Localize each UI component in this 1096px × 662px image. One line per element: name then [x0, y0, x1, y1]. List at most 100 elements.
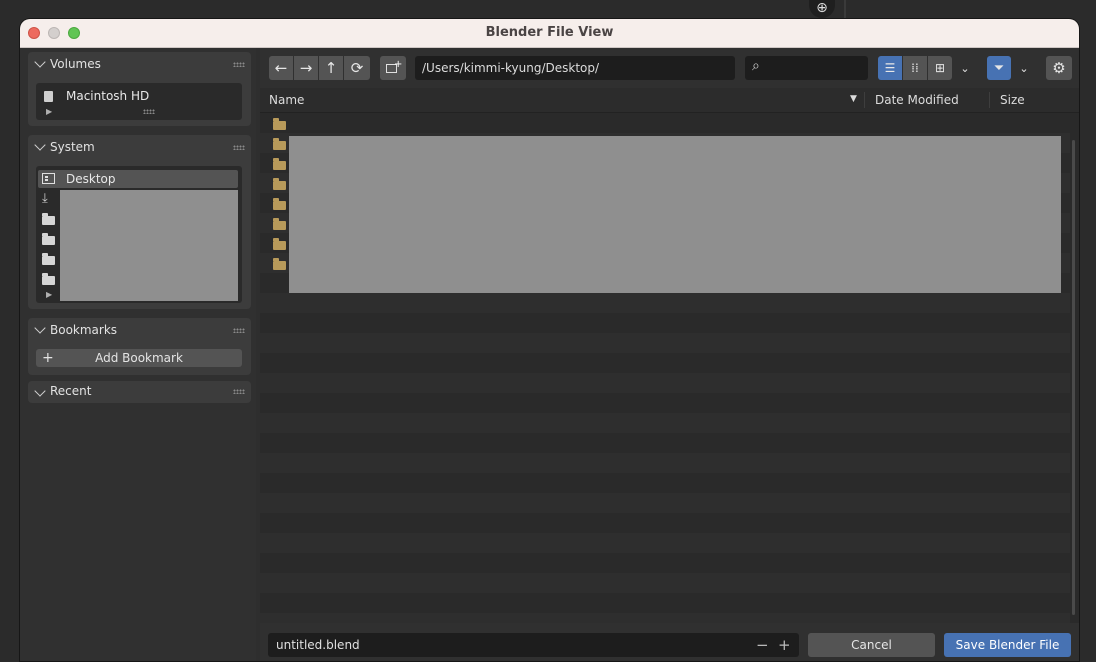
folder-icon: [273, 178, 286, 190]
refresh-button[interactable]: ⟳: [344, 56, 370, 80]
folder-icon[interactable]: [42, 213, 55, 225]
vertical-scrollbar[interactable]: [1072, 140, 1075, 615]
volumes-panel-header[interactable]: Volumes: [28, 52, 251, 78]
file-view-window: Blender File View Volumes Macintosh HD ▶: [20, 19, 1079, 661]
panel-title: System: [50, 140, 95, 154]
folder-icon[interactable]: [42, 233, 55, 245]
filename-input[interactable]: untitled.blend − +: [268, 633, 799, 657]
column-date-modified[interactable]: Date Modified: [875, 93, 959, 107]
back-arrow-icon: ←: [274, 59, 288, 77]
vertical-list-icon: ☰: [884, 61, 896, 75]
table-row: [260, 473, 1070, 493]
sidebar-item-label: Macintosh HD: [66, 89, 150, 103]
table-row: [260, 573, 1070, 593]
drag-grip-icon[interactable]: [233, 389, 245, 394]
system-panel-header[interactable]: System: [28, 135, 251, 161]
table-row: [260, 533, 1070, 553]
sidebar-item-label: Desktop: [66, 172, 116, 186]
download-icon[interactable]: ⤓: [42, 192, 55, 206]
recent-panel: Recent: [28, 381, 251, 403]
table-row[interactable]: [260, 113, 1070, 133]
volumes-panel: Volumes Macintosh HD ▶: [28, 52, 251, 126]
panel-title: Recent: [50, 384, 92, 398]
desktop-icon: [42, 173, 56, 185]
sidebar-item-desktop[interactable]: Desktop: [38, 170, 238, 188]
forward-button[interactable]: →: [294, 56, 318, 80]
title-bar: Blender File View: [20, 19, 1079, 48]
footer: untitled.blend − + Cancel Save Blender F…: [260, 623, 1079, 661]
new-folder-icon: +: [386, 60, 402, 74]
back-button[interactable]: ←: [269, 56, 293, 80]
table-row: [260, 493, 1070, 513]
settings-button[interactable]: ⚙: [1046, 56, 1072, 80]
table-row: [260, 293, 1070, 313]
toolbar: ← → ↑ ⟳ + /Users/kimmi-kyung/Desktop/ ⌕: [260, 48, 1079, 88]
filename-text: untitled.blend: [276, 638, 360, 652]
search-input[interactable]: ⌕: [745, 56, 868, 80]
folder-icon: [273, 158, 286, 170]
chevron-down-icon: [34, 56, 46, 68]
sidebar-item-macintosh-hd[interactable]: Macintosh HD: [38, 87, 238, 105]
volumes-list: Macintosh HD ▶: [36, 83, 242, 120]
sidebar: Volumes Macintosh HD ▶ System Desktop ⤓ …: [20, 48, 256, 661]
table-row: [260, 313, 1070, 333]
display-mode-dropdown[interactable]: ⌄: [953, 56, 977, 80]
search-icon: ⌕: [752, 58, 760, 74]
folder-icon: [273, 138, 286, 150]
chevron-down-icon: [34, 385, 46, 397]
column-size[interactable]: Size: [1000, 93, 1025, 107]
expand-triangle-icon[interactable]: ▶: [46, 107, 52, 116]
increment-icon[interactable]: +: [778, 633, 791, 657]
filter-toggle-button[interactable]: ⏷: [987, 56, 1011, 80]
bookmarks-panel-header[interactable]: Bookmarks: [28, 318, 251, 344]
recent-panel-header[interactable]: Recent: [28, 381, 251, 407]
table-row: [260, 413, 1070, 433]
folder-icon: [273, 258, 286, 270]
parent-directory-button[interactable]: ↑: [319, 56, 343, 80]
drag-grip-icon[interactable]: [233, 145, 245, 150]
file-names-redacted: [289, 136, 1061, 293]
folder-icon[interactable]: [42, 253, 55, 265]
table-row: [260, 593, 1070, 613]
save-blender-file-button[interactable]: Save Blender File: [944, 633, 1071, 657]
chevron-down-icon: [34, 322, 46, 334]
system-entries-redacted: [60, 190, 238, 301]
parent-dir-icon: ↑: [324, 59, 338, 77]
decrement-icon[interactable]: −: [756, 633, 769, 657]
chevron-down-icon: [34, 139, 46, 151]
column-header: Name ▼ Date Modified Size: [260, 88, 1079, 113]
disk-icon: [42, 90, 56, 102]
folder-icon: [273, 198, 286, 210]
system-list: Desktop ⤓ ▶: [36, 166, 242, 303]
table-row: [260, 553, 1070, 573]
vertical-list-view-button[interactable]: ☰: [878, 56, 902, 80]
expand-triangle-icon[interactable]: ▶: [46, 290, 52, 299]
thumbnails-view-button[interactable]: ⊞: [928, 56, 952, 80]
table-row: [260, 453, 1070, 473]
chevron-down-icon: ⌄: [1019, 61, 1029, 75]
drag-grip-icon[interactable]: [233, 62, 245, 67]
table-row: [260, 513, 1070, 533]
window-title: Blender File View: [485, 25, 614, 40]
directory-path-input[interactable]: /Users/kimmi-kyung/Desktop/: [415, 56, 735, 80]
file-browser: ← → ↑ ⟳ + /Users/kimmi-kyung/Desktop/ ⌕: [260, 48, 1079, 661]
column-divider[interactable]: [989, 92, 990, 108]
column-divider[interactable]: [864, 92, 865, 108]
folder-icon: [273, 238, 286, 250]
resize-grip-icon[interactable]: [143, 109, 155, 114]
zoom-icon[interactable]: ⊕: [809, 0, 835, 18]
column-name[interactable]: Name: [269, 93, 304, 107]
viewport-grid-line: [844, 0, 846, 19]
cancel-button[interactable]: Cancel: [808, 633, 935, 657]
table-row: [260, 393, 1070, 413]
add-bookmark-button[interactable]: + Add Bookmark: [36, 349, 242, 367]
new-folder-button[interactable]: +: [380, 56, 406, 80]
folder-icon[interactable]: [42, 273, 55, 285]
drag-grip-icon[interactable]: [233, 328, 245, 333]
add-bookmark-label: Add Bookmark: [95, 351, 183, 365]
filter-dropdown[interactable]: ⌄: [1012, 56, 1036, 80]
horizontal-list-view-button[interactable]: ⁞⁞: [903, 56, 927, 80]
folder-icon: [273, 218, 286, 230]
sort-indicator-icon[interactable]: ▼: [850, 94, 857, 104]
table-row: [260, 433, 1070, 453]
